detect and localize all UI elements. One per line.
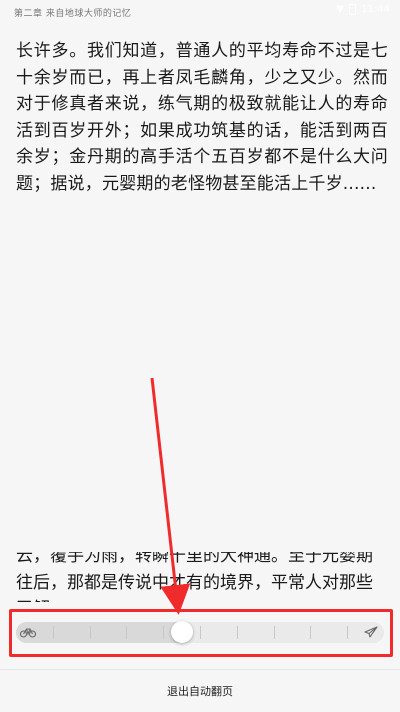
speed-tick xyxy=(200,626,201,639)
speed-tick xyxy=(53,626,54,639)
wifi-icon: ▼ xyxy=(336,4,345,15)
paper-plane-icon xyxy=(362,626,378,639)
speed-tick xyxy=(274,626,275,639)
status-icons: ▼ 11:44 xyxy=(336,4,390,15)
speed-tick xyxy=(237,626,238,639)
exit-auto-page-button[interactable]: 退出自动翻页 xyxy=(0,670,400,712)
hidden-paragraph: 云，覆手为雨，转瞬千里的大神通。至于元婴期往后，那都是传说中才有的境界，平常人对… xyxy=(16,552,373,602)
auto-page-speed-panel xyxy=(9,609,393,657)
partially-hidden-text: 云，覆手为雨，转瞬千里的大神通。至于元婴期往后，那都是传说中才有的境界，平常人对… xyxy=(16,552,388,602)
battery-icon xyxy=(349,4,357,15)
speed-tick xyxy=(163,626,164,639)
bicycle-icon xyxy=(19,626,37,639)
speed-slider-fill xyxy=(16,622,182,643)
speed-slider[interactable] xyxy=(16,621,384,643)
status-bar: 第二章 来自地球大师的记忆 ▼ 11:44 xyxy=(0,0,400,22)
clock: 11:44 xyxy=(361,4,390,15)
speed-tick xyxy=(90,626,91,639)
reader-content: 长许多。我们知道，普通人的平均寿命不过是七十余岁而已，再上者凤毛麟角，少之又少。… xyxy=(16,38,388,197)
speed-tick xyxy=(347,626,348,639)
speed-tick xyxy=(310,626,311,639)
reader-paragraph: 长许多。我们知道，普通人的平均寿命不过是七十余岁而已，再上者凤毛麟角，少之又少。… xyxy=(16,41,388,194)
speed-slider-thumb[interactable] xyxy=(171,621,193,643)
chapter-title: 第二章 来自地球大师的记忆 xyxy=(14,9,132,19)
speed-tick xyxy=(126,626,127,639)
